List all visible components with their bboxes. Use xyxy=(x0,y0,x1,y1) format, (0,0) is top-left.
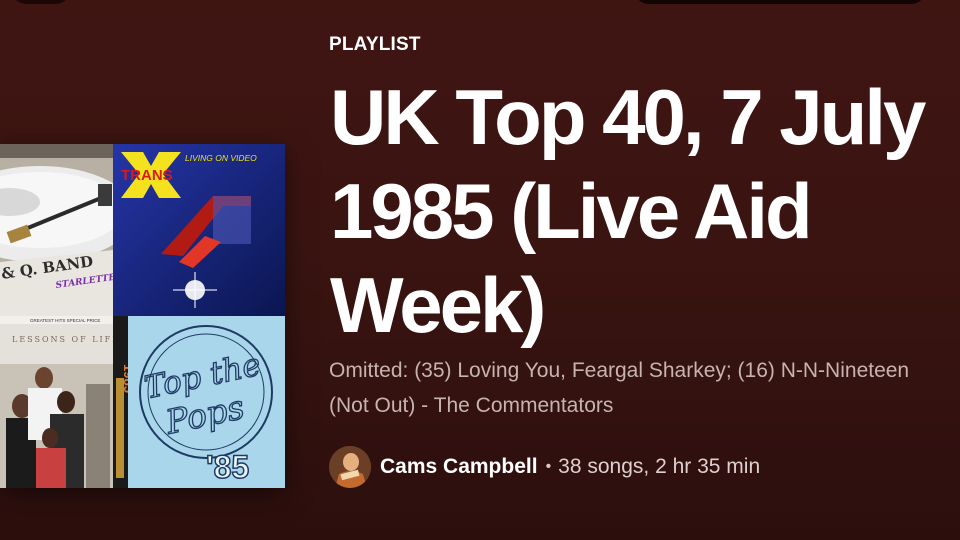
description-line: (Not Out) - The Commentators xyxy=(329,394,614,417)
cover-tile-turntable: & Q. BAND STARLETTE xyxy=(0,144,113,316)
playlist-stats: 38 songs, 2 hr 35 min xyxy=(558,455,761,478)
cover-tile4-year: '85 xyxy=(206,449,249,485)
playlist-title-line: 1985 (Live Aid xyxy=(330,167,813,255)
search-bar[interactable] xyxy=(634,0,926,4)
cover-tile-group-photo: GREATEST HITS SPECIAL PRICE LESSONS OF L… xyxy=(0,316,128,488)
playlist-cover: & Q. BAND STARLETTE TRANS LIVING ON VIDE… xyxy=(0,144,285,488)
owner-avatar[interactable] xyxy=(329,446,371,488)
cover-tile2-subtitle: LIVING ON VIDEO xyxy=(185,153,257,163)
playlist-description: Omitted: (35) Loving You, Feargal Sharke… xyxy=(329,353,960,423)
separator-dot: • xyxy=(545,458,552,475)
playlist-title-line: Week) xyxy=(330,261,546,349)
playlist-title-line: UK Top 40, 7 July xyxy=(330,73,926,161)
playlist-meta: Cams Campbell • 38 songs, 2 hr 35 min xyxy=(329,445,760,489)
playlist-title: UK Top 40, 7 July 1985 (Live Aid Week) xyxy=(330,70,960,352)
cover-tile-trans-x: TRANS LIVING ON VIDEO xyxy=(113,144,285,316)
cover-tile2-title: TRANS xyxy=(121,167,173,184)
cover-tile-top-of-the-pops: Top the Pops '85 xyxy=(128,316,285,488)
cover-tile3-subtitle: LESSONS OF LIFE xyxy=(12,335,120,344)
cover-tile3-header: GREATEST HITS SPECIAL PRICE xyxy=(30,318,100,323)
playlist-type-label: PLAYLIST xyxy=(329,34,421,55)
owner-name-link[interactable]: Cams Campbell xyxy=(380,455,538,479)
back-button[interactable] xyxy=(10,0,72,4)
description-line: Omitted: (35) Loving You, Feargal Sharke… xyxy=(329,359,910,382)
